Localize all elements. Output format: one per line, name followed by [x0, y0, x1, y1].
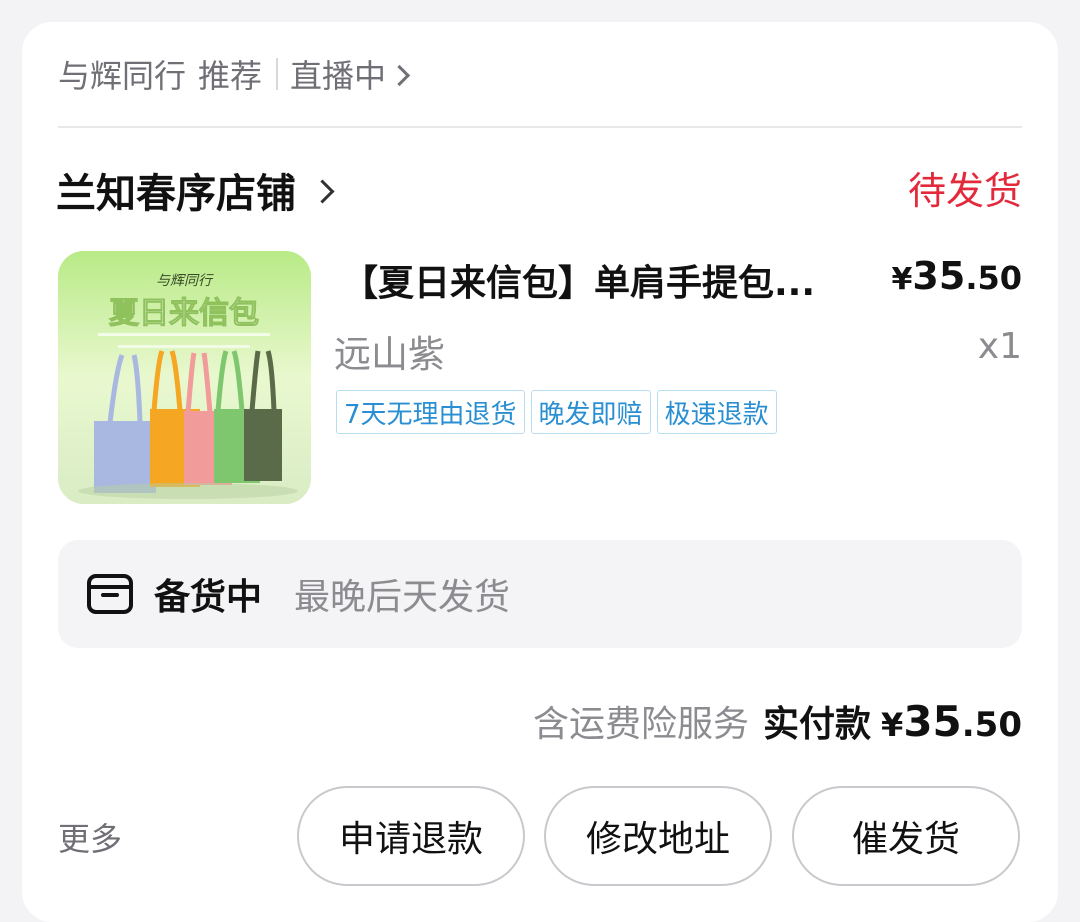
image-caption: 夏日来信包 [109, 296, 259, 331]
product-variant: 远山紫 [334, 333, 445, 376]
chevron-right-icon [310, 178, 335, 204]
refund-button[interactable]: 申请退款 [297, 786, 525, 886]
tag-return: 7天无理由退货 [336, 390, 525, 434]
paid-label: 实付款 [763, 704, 872, 745]
product-image[interactable]: 与辉同行 夏日来信包 [58, 251, 311, 504]
source-line[interactable]: 与辉同行 推荐 直播中 [58, 52, 411, 96]
insurance-note: 含运费险服务 [533, 704, 750, 745]
order-total: 含运费险服务 实付款 ¥35.50 [533, 695, 1022, 747]
store-name: 兰知春序店铺 [56, 171, 296, 217]
urge-shipment-button[interactable]: 催发货 [792, 786, 1020, 886]
tag-fast-refund: 极速退款 [656, 390, 777, 434]
price-currency: ¥ [891, 262, 913, 297]
product-title[interactable]: 【夏日来信包】单肩手提包... [342, 254, 882, 306]
order-status: 待发货 [907, 169, 1022, 213]
image-brand: 与辉同行 [156, 273, 214, 289]
more-button[interactable]: 更多 [58, 814, 122, 860]
price-decimal: .50 [965, 259, 1022, 297]
product-price: ¥35.50 [892, 254, 1022, 298]
stock-label: 备货中 [154, 577, 263, 618]
stock-status-panel[interactable]: 备货中 最晚后天发货 [58, 540, 1022, 648]
source-account: 与辉同行 [58, 57, 187, 95]
box-icon [87, 574, 133, 614]
source-recommend: 推荐 [198, 57, 263, 95]
source-live: 直播中 [290, 57, 387, 95]
total-currency: ¥ [881, 706, 904, 744]
edit-address-button[interactable]: 修改地址 [544, 786, 772, 886]
divider [58, 126, 1022, 128]
total-integer: 35 [903, 697, 962, 746]
divider [276, 58, 279, 90]
tag-late-compensation: 晚发即赔 [530, 390, 651, 434]
service-tags: 7天无理由退货 晚发即赔 极速退款 [336, 390, 777, 434]
store-link[interactable]: 兰知春序店铺 [56, 160, 335, 220]
stock-sub: 最晚后天发货 [294, 577, 511, 618]
product-quantity: x1 [977, 326, 1022, 367]
price-integer: 35 [912, 254, 966, 298]
chevron-right-icon [388, 64, 411, 86]
order-card: 与辉同行 推荐 直播中 兰知春序店铺 待发货 与辉同行 夏日来信包 【夏日来信包… [22, 22, 1058, 922]
total-decimal: .50 [961, 705, 1022, 745]
